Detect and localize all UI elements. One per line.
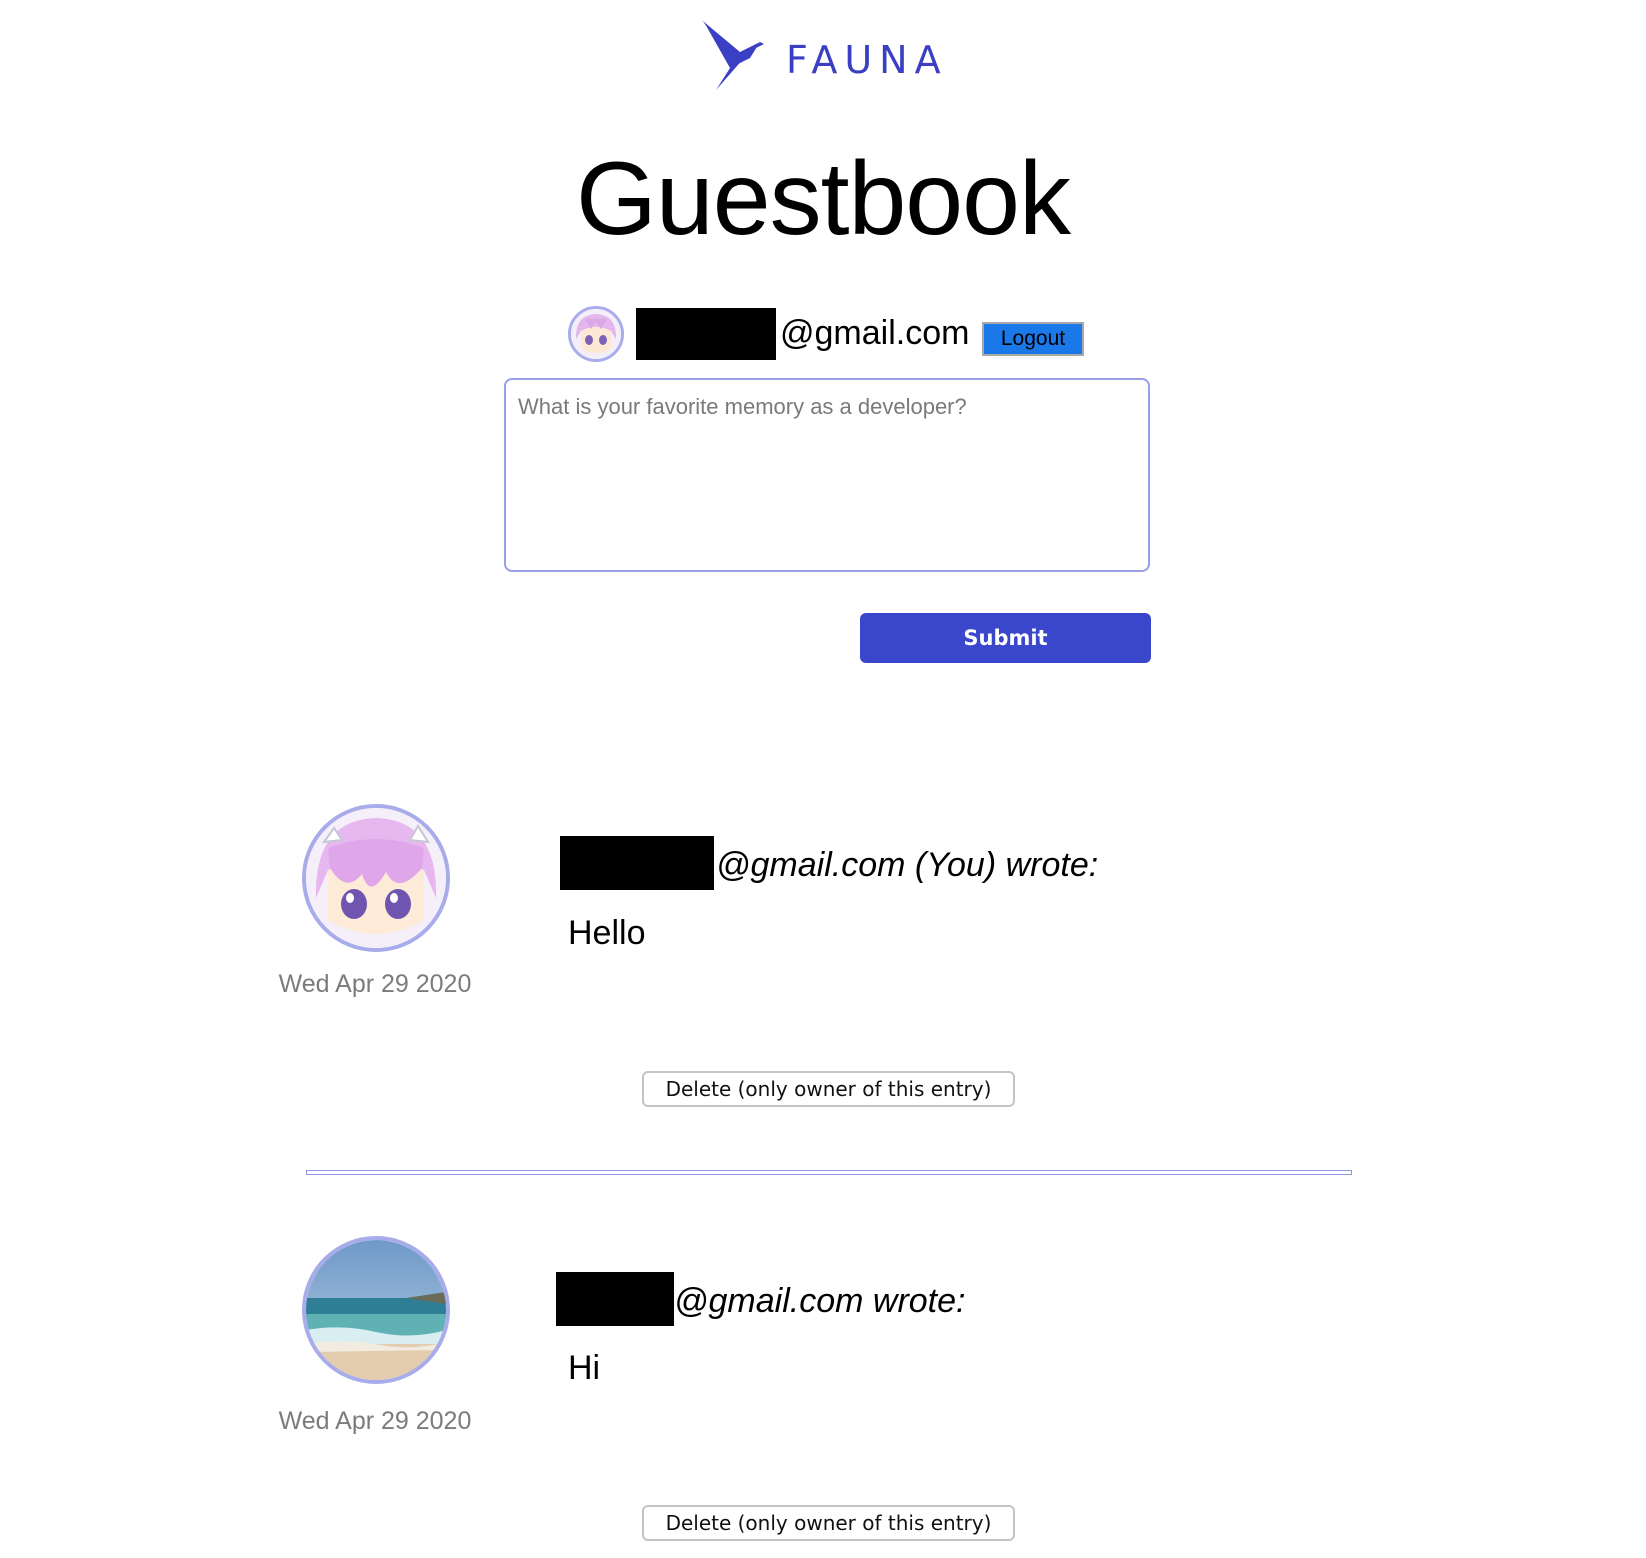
anime-avatar-icon <box>306 808 446 948</box>
logout-button[interactable]: Logout <box>982 322 1084 356</box>
entry-date: Wed Apr 29 2020 <box>278 1407 472 1435</box>
fauna-logo: FAUNA <box>700 12 960 92</box>
beach-photo-icon <box>306 1240 446 1380</box>
user-avatar <box>568 306 624 362</box>
anime-avatar-icon <box>571 309 621 359</box>
bird-logo-icon <box>702 20 764 90</box>
brand-name: FAUNA <box>786 38 948 82</box>
entry-author: @gmail.com wrote: <box>674 1282 966 1320</box>
entry-date: Wed Apr 29 2020 <box>278 970 472 998</box>
memory-textarea[interactable] <box>504 378 1150 572</box>
entry-avatar <box>302 1236 450 1384</box>
entry-message: Hi <box>568 1349 601 1387</box>
entry-divider <box>306 1170 1352 1175</box>
page-title: Guestbook <box>576 141 1071 257</box>
entry-message: Hello <box>568 914 646 952</box>
user-email-suffix: @gmail.com <box>780 314 970 352</box>
delete-entry-button[interactable]: Delete (only owner of this entry) <box>642 1071 1015 1107</box>
redacted-username <box>636 308 776 360</box>
user-bar: @gmail.com Logout <box>568 304 1088 366</box>
submit-button[interactable]: Submit <box>860 613 1151 663</box>
redacted-author <box>556 1272 674 1326</box>
entry-avatar <box>302 804 450 952</box>
delete-entry-button[interactable]: Delete (only owner of this entry) <box>642 1505 1015 1541</box>
entry-author: @gmail.com (You) wrote: <box>716 846 1099 884</box>
redacted-author <box>560 836 714 890</box>
guestbook-page: FAUNA Guestbook @gmail.com Logout Submit <box>0 0 1646 1558</box>
